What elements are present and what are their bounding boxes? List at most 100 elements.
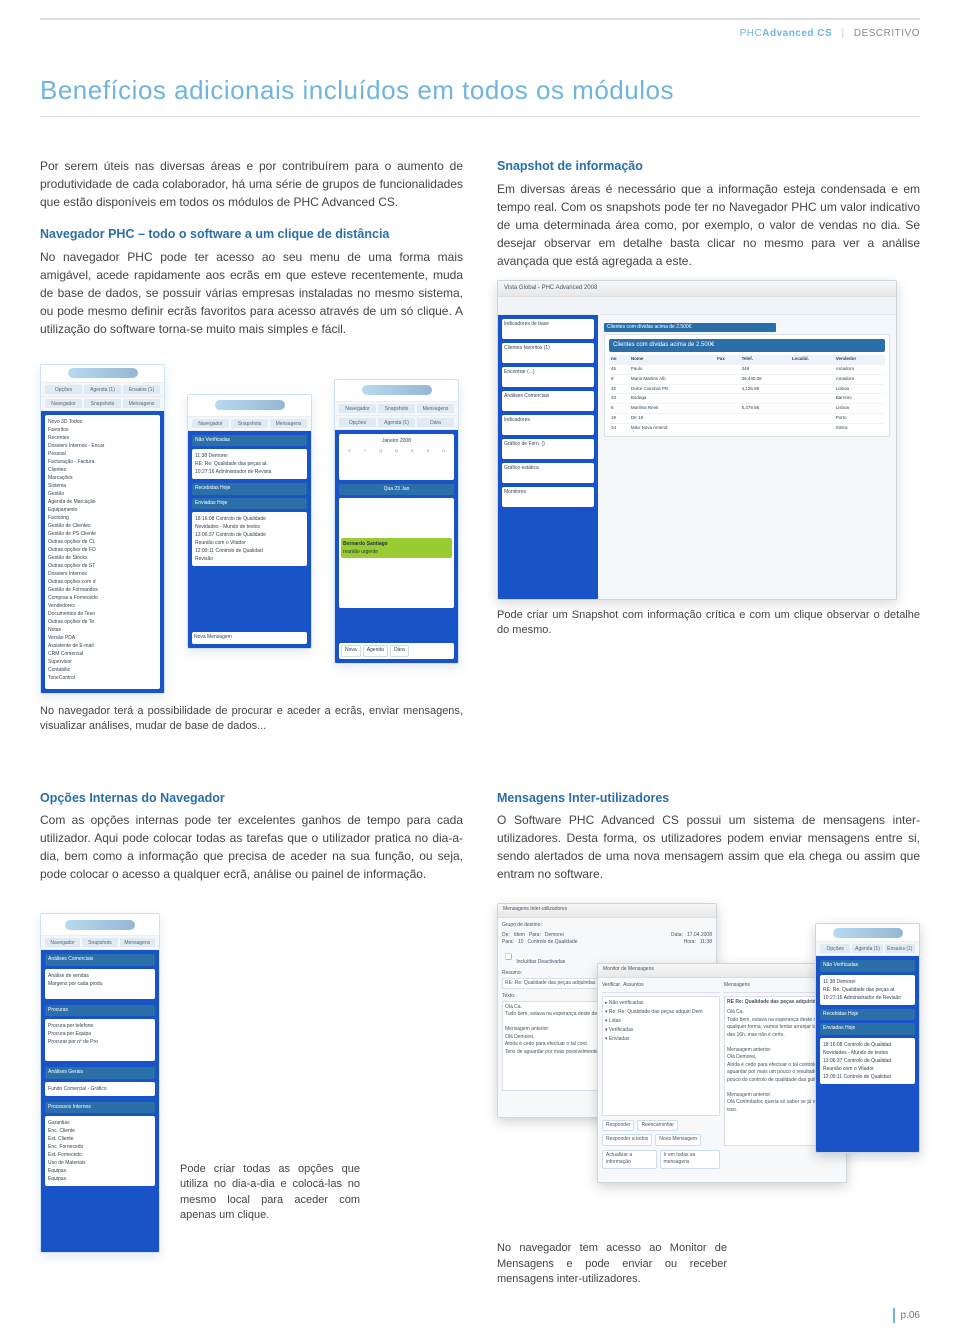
list-item[interactable]: Fundo Comercial - Gráfico	[48, 1085, 152, 1093]
footer-button[interactable]: Dára	[390, 645, 409, 657]
list-item[interactable]: 11:38 Demorei	[823, 978, 912, 986]
tab-item[interactable]: Navegador	[192, 419, 229, 428]
list-item[interactable]: Facturação - Factura	[48, 458, 157, 466]
list-item[interactable]: Gestão	[48, 490, 157, 498]
tab-item[interactable]: Mensagens	[417, 404, 454, 413]
list-item[interactable]: Versão PDA	[48, 634, 157, 642]
sidebar-snapshot-box[interactable]: Análises Comerciais	[502, 391, 594, 411]
list-item[interactable]: Equipas	[48, 1175, 152, 1183]
list-item[interactable]: 12:09:11 Controlo de Qualidad	[195, 547, 304, 555]
table-row[interactable]: 34Miko Nova AmendSintra	[609, 423, 885, 432]
list-item[interactable]: Documentos de Teso	[48, 610, 157, 618]
tab-item[interactable]: Agenda (1)	[84, 385, 121, 394]
list-item[interactable]: Outras opções com d	[48, 578, 157, 586]
tab-item[interactable]: Mensagens	[123, 399, 160, 408]
tab-item[interactable]: Snapshots	[231, 419, 268, 428]
list-item[interactable]: Enc. Fornecedo	[48, 1143, 152, 1151]
tree-item[interactable]: ▸ Não verificadas	[605, 999, 717, 1008]
new-message-button[interactable]: Nova Mensagem	[194, 634, 305, 642]
list-item[interactable]: Equipamento	[48, 506, 157, 514]
list-item[interactable]: Pessoal	[48, 450, 157, 458]
list-item[interactable]: Est. Fornecedo	[48, 1151, 152, 1159]
list-item[interactable]: Uso de Materiais	[48, 1159, 152, 1167]
tree-item[interactable]: ▾ Lidas	[605, 1017, 717, 1026]
sidebar-snapshot-box[interactable]: Indicadores	[502, 415, 594, 435]
goto-all-button[interactable]: Ir em todas as mensagens	[660, 1150, 720, 1169]
list-item[interactable]: Equipas	[48, 1167, 152, 1175]
list-item[interactable]: Dossiers Internos	[48, 570, 157, 578]
list-item[interactable]: 10:27:16 Administrador de Revisão	[823, 994, 912, 1002]
tab-item[interactable]: Agenda (1)	[852, 944, 882, 953]
list-item[interactable]: Margens por cada produ	[48, 980, 152, 988]
list-item[interactable]: Factoring	[48, 514, 157, 522]
list-item[interactable]: Favoritos	[48, 426, 157, 434]
footer-button[interactable]: Nova	[341, 645, 361, 657]
tab-item[interactable]: Agenda (1)	[378, 418, 415, 427]
table-row[interactable]: 32Dulce Coimbra PR4,126.89Lisboa	[609, 384, 885, 394]
list-item[interactable]: Novidades - Mundo de textos	[195, 523, 304, 531]
tab-item[interactable]: Snapshots	[378, 404, 415, 413]
sidebar-snapshot-box[interactable]: Monitores	[502, 487, 594, 507]
list-item[interactable]: Garantias	[48, 1119, 152, 1127]
list-item[interactable]: Dossiers Internos - Encar	[48, 442, 157, 450]
list-item[interactable]: Gestão de Formandos	[48, 586, 157, 594]
sidebar-snapshot-box[interactable]: Gráfico estática	[502, 463, 594, 483]
tree-item[interactable]: ▾ Verificadas	[605, 1026, 717, 1035]
list-item[interactable]: Est. Cliente	[48, 1135, 152, 1143]
list-item[interactable]: CRM Comercial	[48, 650, 157, 658]
list-item[interactable]: Reunião com o Vitador	[195, 539, 304, 547]
list-item[interactable]: Procura por telefone	[48, 1022, 152, 1030]
new-message-button[interactable]: Nova Mensagem	[655, 1134, 701, 1146]
sidebar-snapshot-box[interactable]: Gráfico de Forn. ()	[502, 439, 594, 459]
list-item[interactable]: Clientes	[48, 466, 157, 474]
checkbox-label[interactable]: Incluídas Deactivadas	[502, 959, 565, 965]
calendar-widget[interactable]: Janeiro 2008 STQQSSD	[339, 434, 454, 480]
list-item[interactable]: Sistema	[48, 482, 157, 490]
list-item[interactable]: Outras opções de FO	[48, 546, 157, 554]
list-item[interactable]: Notas	[48, 626, 157, 634]
list-item[interactable]: Revisão	[195, 555, 304, 563]
list-item[interactable]: 13:06:37 Controlo de Qualidad	[823, 1057, 912, 1065]
list-item[interactable]: 11:38 Demorei	[195, 452, 304, 460]
list-item[interactable]: Supervisor	[48, 658, 157, 666]
list-item[interactable]: Outras opções de Te	[48, 618, 157, 626]
tree-item[interactable]: ▾ Re: Re: Qualidade das peças adquiri De…	[605, 1008, 717, 1017]
list-item[interactable]: Contabiliz	[48, 666, 157, 674]
sidebar-snapshot-box[interactable]: Encontrar (...)	[502, 367, 594, 387]
list-item[interactable]: Procura por Equipa	[48, 1030, 152, 1038]
sidebar-snapshot-box[interactable]: Indicadores de base	[502, 319, 594, 339]
list-item[interactable]: Enc. Cliente	[48, 1127, 152, 1135]
list-item[interactable]: RE: Re: Qualidade das peças at.	[195, 460, 304, 468]
tab-item[interactable]: Navegador	[45, 938, 80, 947]
tab-item[interactable]: Ensaios (1)	[123, 385, 160, 394]
tab-item[interactable]: Ensaios (1)	[885, 944, 915, 953]
tab-item[interactable]: Navegador	[45, 399, 82, 408]
list-item[interactable]: ToneControl	[48, 674, 157, 682]
list-item[interactable]: Agenda de Marcação	[48, 498, 157, 506]
tab-item[interactable]: Dára	[417, 418, 454, 427]
list-item[interactable]: Outras opções de ST	[48, 562, 157, 570]
table-row[interactable]: 33BodegaBarreiro	[609, 394, 885, 404]
list-item[interactable]: RE: Re: Qualidade das peças at	[823, 986, 912, 994]
list-item[interactable]: Vendedores	[48, 602, 157, 610]
list-item[interactable]: Reunião com o Vitador	[823, 1065, 912, 1073]
tree-item[interactable]: ▾ Enviadas	[605, 1035, 717, 1044]
list-item[interactable]: Análise de vendas	[48, 972, 152, 980]
table-row[interactable]: 6Marilina Renti5,379.86Lisboa	[609, 404, 885, 414]
list-item[interactable]: Outras opções de CL	[48, 538, 157, 546]
list-item[interactable]: Procurar por nº de Pro	[48, 1038, 152, 1046]
list-item[interactable]: Marcações	[48, 474, 157, 482]
list-item[interactable]: Assistente de E-mail	[48, 642, 157, 650]
tab-item[interactable]: Assuntos	[623, 982, 644, 990]
tab-item[interactable]: Snapshots	[84, 399, 121, 408]
reply-button[interactable]: Responder	[602, 1120, 634, 1132]
agenda-event[interactable]: Bernardo Santiago reunião urgente	[341, 538, 452, 558]
list-item[interactable]: Gestão de PS Cliente	[48, 530, 157, 538]
list-item[interactable]: 10:27:16 Administrador de Revista	[195, 468, 304, 476]
include-deactivated-checkbox[interactable]	[505, 953, 512, 960]
list-item[interactable]: 18:16:08 Controlo de Qualidad	[823, 1041, 912, 1049]
list-item[interactable]: Gestão de Stocks	[48, 554, 157, 562]
list-item[interactable]: Recentes	[48, 434, 157, 442]
sidebar-snapshot-box[interactable]: Clientes favoritos (1)	[502, 343, 594, 363]
list-item[interactable]: 12:09:11 Controlo de Qualidad	[823, 1073, 912, 1081]
